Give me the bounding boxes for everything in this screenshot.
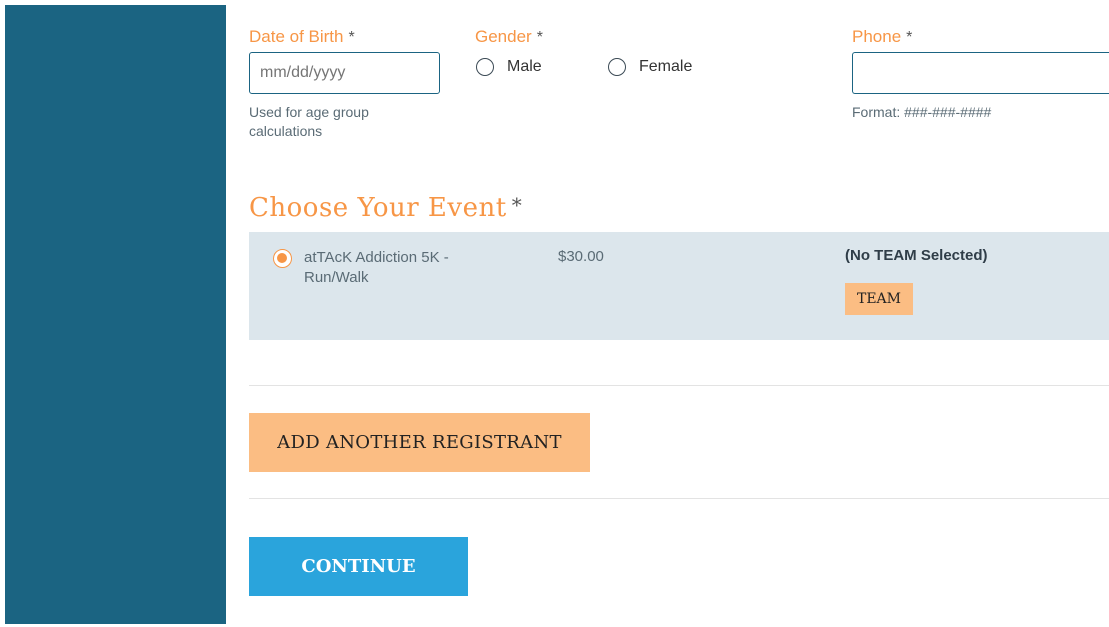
divider [249, 498, 1109, 499]
dob-input[interactable] [249, 52, 440, 94]
event-section-title: Choose Your Event * [249, 193, 522, 223]
dob-label-text: Date of Birth [249, 27, 344, 46]
event-radio-selected-dot [277, 253, 287, 263]
event-select-radio[interactable] [273, 249, 292, 268]
event-required-mark: * [511, 193, 523, 217]
gender-female-label[interactable]: Female [639, 58, 692, 76]
phone-help-text: Format: ###-###-#### [852, 104, 992, 120]
team-button[interactable]: TEAM [845, 283, 913, 315]
event-price: $30.00 [558, 248, 604, 265]
continue-button[interactable]: CONTINUE [249, 537, 468, 596]
event-team-status: (No TEAM Selected) [845, 247, 988, 264]
event-name[interactable]: atTAcK Addiction 5K - Run/Walk [304, 248, 474, 288]
sidebar [5, 5, 226, 624]
gender-required-mark: * [536, 29, 543, 46]
add-another-registrant-button[interactable]: ADD ANOTHER REGISTRANT [249, 413, 590, 472]
gender-male-radio[interactable] [476, 58, 494, 76]
phone-label-text: Phone [852, 27, 902, 46]
dob-help-text: Used for age group calculations [249, 104, 369, 139]
event-section-title-text: Choose Your Event [249, 193, 507, 223]
gender-label-text: Gender [475, 27, 532, 46]
gender-label: Gender * [475, 27, 543, 47]
gender-female-radio[interactable] [608, 58, 626, 76]
gender-male-label[interactable]: Male [507, 58, 542, 76]
phone-input[interactable] [852, 52, 1109, 94]
dob-required-mark: * [348, 29, 355, 46]
dob-label: Date of Birth * [249, 27, 355, 47]
divider [249, 385, 1109, 386]
phone-label: Phone * [852, 27, 912, 47]
phone-required-mark: * [906, 29, 913, 46]
